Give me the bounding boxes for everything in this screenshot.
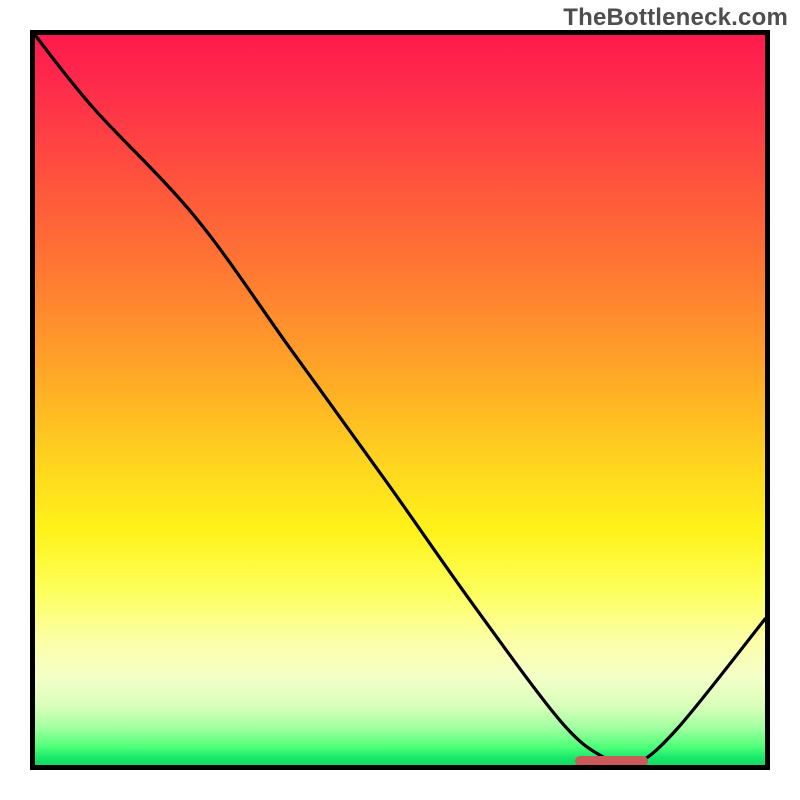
bottleneck-curve	[35, 35, 765, 765]
curve-svg	[35, 35, 765, 765]
plot-area	[30, 30, 770, 770]
watermark-text: TheBottleneck.com	[563, 4, 788, 32]
optimal-zone-marker	[575, 756, 648, 766]
